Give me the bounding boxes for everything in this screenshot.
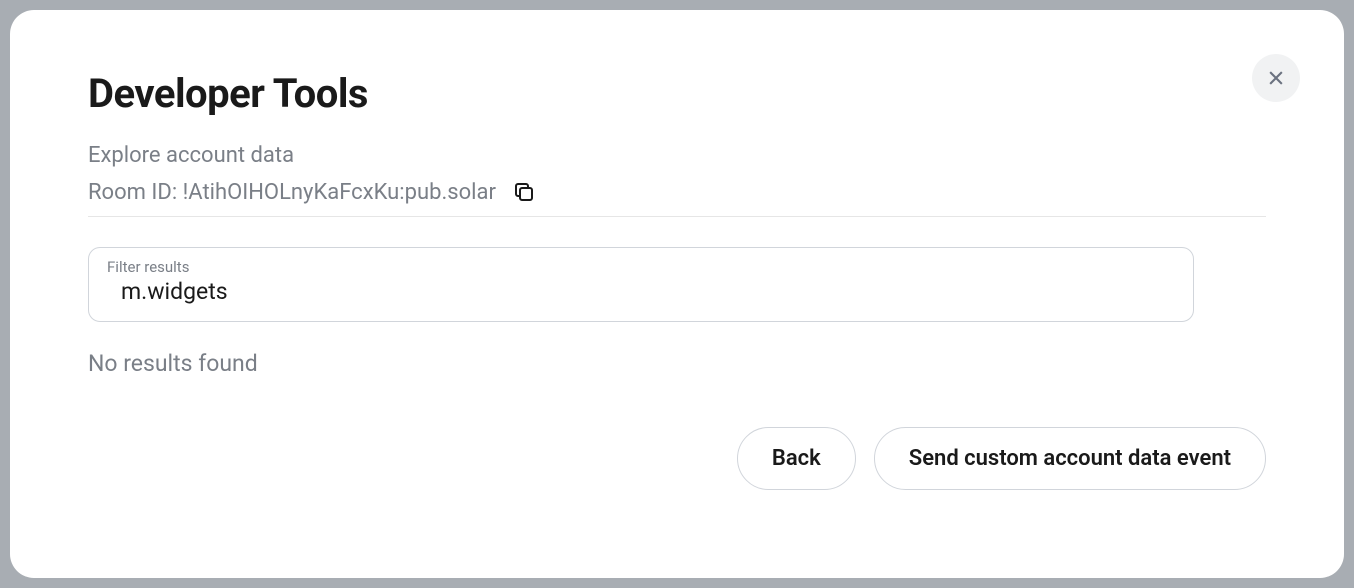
filter-container[interactable]: Filter results	[88, 247, 1194, 322]
send-custom-event-button[interactable]: Send custom account data event	[874, 427, 1266, 490]
no-results-message: No results found	[88, 350, 1266, 377]
room-id-value: !AtihOIHOLnyKaFcxKu:pub.solar	[183, 180, 496, 205]
room-id-label: Room ID:	[88, 180, 183, 205]
button-row: Back Send custom account data event	[88, 427, 1266, 490]
close-button[interactable]	[1252, 54, 1300, 102]
room-id-row: Room ID: !AtihOIHOLnyKaFcxKu:pub.solar	[88, 178, 1266, 217]
copy-room-id-button[interactable]	[510, 178, 538, 206]
close-icon	[1266, 68, 1286, 88]
filter-label: Filter results	[107, 258, 1175, 276]
developer-tools-modal: Developer Tools Explore account data Roo…	[10, 10, 1344, 578]
filter-input[interactable]	[107, 278, 1175, 305]
back-button[interactable]: Back	[737, 427, 856, 490]
modal-title: Developer Tools	[88, 70, 1266, 117]
copy-icon	[512, 180, 536, 204]
modal-subtitle: Explore account data	[88, 143, 1266, 168]
room-id-text: Room ID: !AtihOIHOLnyKaFcxKu:pub.solar	[88, 180, 496, 205]
